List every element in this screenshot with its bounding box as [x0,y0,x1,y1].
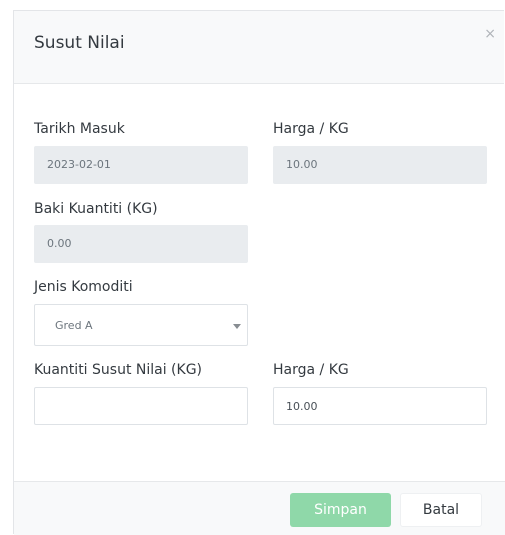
chevron-down-icon [233,324,241,329]
modal-header: Susut Nilai × [14,11,504,84]
jenis-komoditi-selected: Gred A [55,319,93,332]
modal-title: Susut Nilai [34,33,125,53]
harga-kg-field: 10.00 [273,146,487,184]
baki-kuantiti-label: Baki Kuantiti (KG) [34,201,158,217]
jenis-komoditi-select[interactable]: Gred A [34,304,248,346]
jenis-komoditi-label: Jenis Komoditi [34,279,133,295]
harga-kg-2-input[interactable] [273,387,487,425]
harga-kg-label: Harga / KG [273,121,349,137]
susut-nilai-modal: Susut Nilai × Tarikh Masuk 2023-02-01 Ha… [13,10,505,535]
save-button[interactable]: Simpan [290,493,391,527]
kuantiti-susut-label: Kuantiti Susut Nilai (KG) [34,362,203,378]
tarikh-masuk-label: Tarikh Masuk [34,121,125,137]
harga-kg-2-label: Harga / KG [273,362,349,378]
baki-kuantiti-field: 0.00 [34,225,248,263]
cancel-button[interactable]: Batal [400,493,482,527]
close-icon[interactable]: × [484,27,496,41]
modal-footer: Simpan Batal [14,481,505,535]
kuantiti-susut-input[interactable] [34,387,248,425]
tarikh-masuk-field: 2023-02-01 [34,146,248,184]
